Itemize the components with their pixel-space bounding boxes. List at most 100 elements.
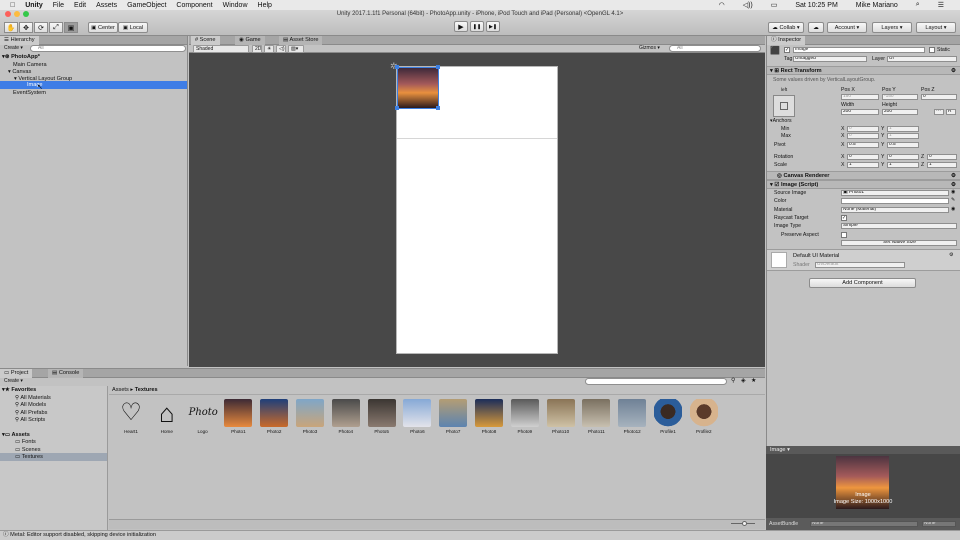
step-button[interactable]: ▶❚ <box>486 21 500 32</box>
scale-x-field[interactable]: 1 <box>847 162 879 168</box>
tab-project[interactable]: ▭ Project <box>0 369 33 378</box>
account-dropdown[interactable]: Account ▾ <box>827 22 867 33</box>
scale-y-field[interactable]: 1 <box>887 162 919 168</box>
tag-dropdown[interactable]: Untagged <box>793 56 867 62</box>
project-create-dropdown[interactable]: Create ▾ <box>2 378 24 386</box>
menu-app[interactable]: Unity <box>25 2 43 9</box>
asset-item-photo5[interactable]: Photo5 <box>367 399 397 434</box>
menu-window[interactable]: Window <box>223 2 248 9</box>
ui-canvas-rect[interactable] <box>396 66 558 354</box>
collab-button[interactable]: ☁ Collab ▾ <box>768 22 804 33</box>
static-checkbox[interactable] <box>929 47 935 53</box>
rotation-y-field[interactable]: 0 <box>887 154 919 160</box>
tab-inspector[interactable]: ⓘ Inspector <box>767 36 806 45</box>
assetbundle-name-dropdown[interactable]: None <box>810 521 918 527</box>
search-icon[interactable]: ⌕ <box>916 1 920 9</box>
raw-edit-button[interactable]: R <box>946 109 956 115</box>
folder-textures[interactable]: ▭ Textures <box>0 453 107 461</box>
pivot-local-button[interactable]: ▣ Local <box>118 22 148 33</box>
scene-root-item[interactable]: ▾⊛ PhotoApp* <box>0 53 187 61</box>
fav-all-scripts[interactable]: ⚲ All Scripts <box>0 416 107 424</box>
menu-edit[interactable]: Edit <box>74 2 86 9</box>
pivot-center-button[interactable]: ▣ Center <box>88 22 118 33</box>
gizmos-dropdown[interactable]: Gizmos ▾ <box>637 45 667 53</box>
hierarchy-item-image[interactable]: Image <box>0 81 187 89</box>
favorite-star-icon[interactable]: ★ <box>751 377 756 384</box>
hierarchy-create-dropdown[interactable]: Create ▾ <box>2 45 24 53</box>
user-name[interactable]: Mike Mariano <box>856 2 898 9</box>
asset-item-photo2[interactable]: Photo2 <box>259 399 289 434</box>
hierarchy-item-eventsystem[interactable]: EventSystem <box>0 89 187 97</box>
favorites-section[interactable]: ▾★ Favorites <box>0 386 107 394</box>
dropdown-arrow-icon[interactable]: ▾ <box>786 447 790 453</box>
object-picker-icon[interactable]: ◉ <box>951 206 956 212</box>
pivot-y-field[interactable]: 0.5 <box>887 142 919 148</box>
battery-icon[interactable]: ▭ <box>771 1 778 9</box>
anchor-max-x-field[interactable]: 0 <box>847 133 879 139</box>
project-search-input[interactable] <box>585 378 727 385</box>
filter-label-icon[interactable]: ◈ <box>741 377 746 384</box>
breadcrumb-assets[interactable]: Assets <box>112 387 129 393</box>
shading-mode-dropdown[interactable]: Shaded <box>193 45 249 53</box>
material-field[interactable]: None (Material) <box>841 207 949 213</box>
object-name-input[interactable]: Image <box>793 47 925 53</box>
anchor-max-y-field[interactable]: 1 <box>887 133 919 139</box>
object-picker-icon[interactable]: ◉ <box>951 189 956 195</box>
settings-gear-icon[interactable]: ⚙ <box>949 252 954 258</box>
shader-dropdown[interactable]: UI/Default <box>815 262 905 268</box>
asset-item-home[interactable]: ⌂ Home <box>152 399 182 434</box>
rotation-z-field[interactable]: 0 <box>927 154 957 160</box>
volume-icon[interactable]: ◁)) <box>743 1 753 9</box>
asset-item-photo3[interactable]: Photo3 <box>295 399 325 434</box>
layout-dropdown[interactable]: Layout ▾ <box>916 22 956 33</box>
enabled-check-icon[interactable]: ☑ <box>774 182 781 188</box>
set-native-size-button[interactable]: Set Native Size <box>841 240 957 246</box>
scale-tool-icon[interactable]: ⤢ <box>49 22 63 33</box>
tab-hierarchy[interactable]: ☰ Hierarchy <box>0 36 39 45</box>
menu-component[interactable]: Component <box>176 2 212 9</box>
raycast-target-checkbox[interactable]: ✓ <box>841 215 847 221</box>
rotation-x-field[interactable]: 0 <box>847 154 879 160</box>
asset-item-photo8[interactable]: Photo8 <box>474 399 504 434</box>
asset-item-photo7[interactable]: Photo7 <box>438 399 468 434</box>
move-tool-icon[interactable]: ✥ <box>19 22 33 33</box>
scene-search-input[interactable]: All <box>669 45 761 52</box>
zoom-slider-thumb[interactable] <box>742 521 747 526</box>
rotate-tool-icon[interactable]: ⟳ <box>34 22 48 33</box>
asset-item-photo9[interactable]: Photo9 <box>510 399 540 434</box>
settings-gear-icon[interactable]: ⚙ <box>951 172 956 180</box>
settings-gear-icon[interactable]: ⚙ <box>951 181 956 189</box>
folder-fonts[interactable]: ▭ Fonts <box>0 438 107 446</box>
tab-game[interactable]: ◉ Game <box>235 36 265 45</box>
menu-assets[interactable]: Assets <box>96 2 117 9</box>
asset-item-photo10[interactable]: Photo10 <box>546 399 576 434</box>
color-swatch[interactable] <box>841 198 949 204</box>
menu-gameobject[interactable]: GameObject <box>127 2 166 9</box>
posy-field[interactable]: -150 <box>882 94 918 100</box>
canvas-renderer-header[interactable]: ◎ Canvas Renderer ⚙ <box>767 171 960 180</box>
layers-dropdown[interactable]: Layers ▾ <box>872 22 912 33</box>
hand-tool-icon[interactable]: ✋ <box>4 22 18 33</box>
asset-item-photo11[interactable]: Photo11 <box>581 399 611 434</box>
asset-item-photo4[interactable]: Photo4 <box>331 399 361 434</box>
services-cloud-button[interactable]: ☁ <box>808 22 824 33</box>
tab-scene[interactable]: # Scene <box>191 36 220 45</box>
2d-toggle[interactable]: 2D <box>252 45 262 53</box>
clock[interactable]: Sat 10:25 PM <box>795 2 837 9</box>
rect-tool-icon[interactable]: ▣ <box>64 22 78 33</box>
height-field[interactable]: 200 <box>882 109 918 115</box>
posx-field[interactable]: 150 <box>841 94 879 100</box>
width-field[interactable]: 200 <box>841 109 879 115</box>
add-component-button[interactable]: Add Component <box>809 278 916 288</box>
asset-item-photo12[interactable]: Photo12 <box>617 399 647 434</box>
audio-toggle-icon[interactable]: ◁) <box>276 45 286 53</box>
tab-asset-store[interactable]: ▤ Asset Store <box>279 36 323 45</box>
blueprint-mode-icon[interactable]: ⋯ <box>934 109 944 115</box>
rect-handle-icon[interactable] <box>395 65 399 69</box>
hierarchy-search-input[interactable]: All <box>30 45 186 52</box>
scale-z-field[interactable]: 1 <box>927 162 957 168</box>
anchor-min-y-field[interactable]: 1 <box>887 126 919 132</box>
menu-help[interactable]: Help <box>258 2 272 9</box>
breadcrumb-textures[interactable]: Textures <box>135 387 158 393</box>
posz-field[interactable]: 0 <box>921 94 957 100</box>
